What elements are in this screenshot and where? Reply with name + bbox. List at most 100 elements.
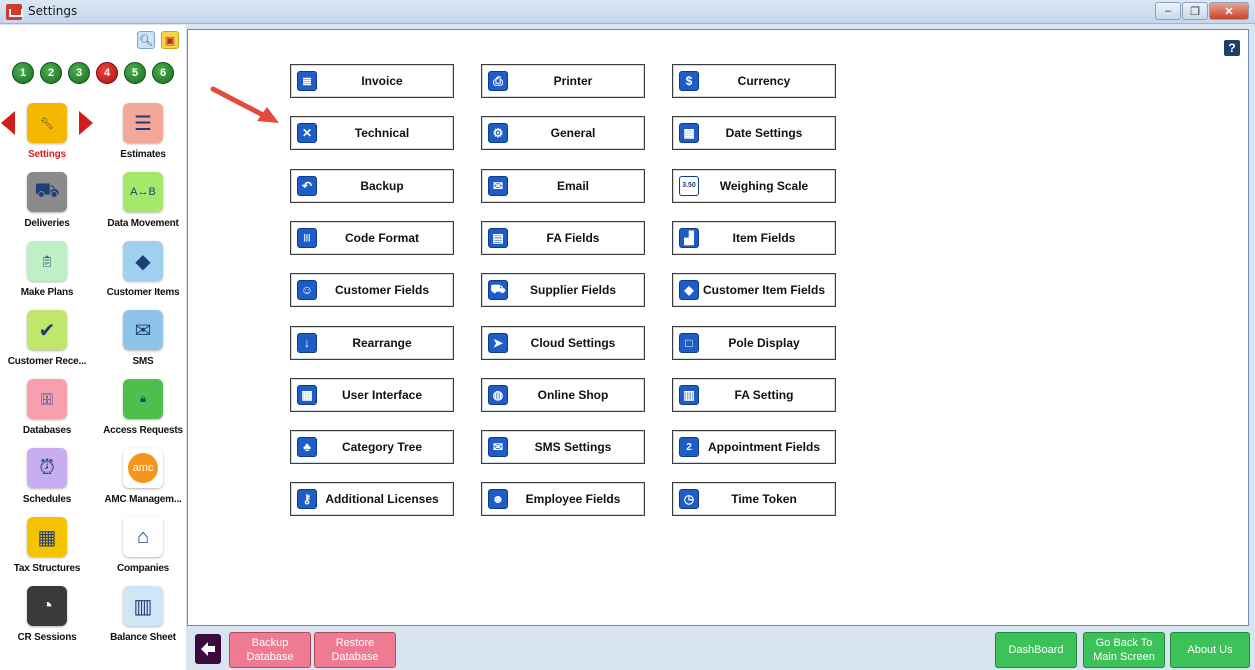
go-back-main-screen-button[interactable]: Go Back To Main Screen [1083, 632, 1165, 668]
sidebar-item-amc-managem[interactable]: amc AMC Managem... [101, 448, 185, 516]
restore-button[interactable]: ❐ [1182, 2, 1208, 20]
setting-label: Printer [553, 74, 593, 88]
customer-item-icon: ◆ [679, 280, 699, 301]
tree-icon: ♣ [297, 437, 317, 458]
estimate-icon: ☰ [123, 103, 163, 143]
invoice-button[interactable]: ≣ Invoice [290, 64, 454, 98]
email-button[interactable]: ✉ Email [481, 168, 645, 203]
customer-item-fields-button[interactable]: ◆ Customer Item Fields [672, 273, 836, 308]
sidebar-item-label: Customer Rece... [7, 356, 87, 367]
about-us-button[interactable]: About Us [1170, 632, 1250, 668]
setting-label: Weighing Scale [719, 178, 809, 193]
pole-display-button[interactable]: □ Pole Display [672, 325, 836, 360]
back-button[interactable] [195, 634, 221, 664]
sidebar-item-label: Schedules [22, 494, 72, 505]
step-indicators: 123456 [12, 62, 174, 84]
backup-database-button[interactable]: Backup Database [229, 632, 311, 668]
amc-icon: amc [123, 448, 163, 488]
sidebar-item-schedules[interactable]: ⏰︎ Schedules [5, 448, 89, 516]
fa-fields-button[interactable]: ▤ FA Fields [481, 220, 645, 255]
sidebar-item-label: Estimates [120, 149, 166, 160]
currency-button[interactable]: $ Currency [672, 64, 836, 98]
date-settings-button[interactable]: ▦ Date Settings [672, 116, 836, 151]
back-arrow-icon [201, 642, 215, 656]
technical-icon: ✕ [297, 123, 317, 144]
rearrange-icon: ↓ [297, 332, 317, 353]
windows-icon[interactable]: ▣ [161, 31, 179, 49]
sidebar-item-settings[interactable]: 🔧︎ Settings [1, 103, 93, 171]
step-5-button[interactable]: 5 [124, 62, 146, 84]
customer-fields-button[interactable]: ☺ Customer Fields [290, 273, 454, 308]
data-move-icon: A↔B [123, 172, 163, 212]
sidebar-item-customer-rece[interactable]: ✔ Customer Rece... [5, 310, 89, 378]
setting-label: Code Format [344, 230, 419, 245]
email-icon: ✉ [488, 175, 508, 196]
sidebar-item-label: Databases [22, 425, 72, 436]
supplier-fields-button[interactable]: ⛟ Supplier Fields [481, 273, 645, 308]
clipboard-icon: 📋︎ [27, 241, 67, 281]
step-1-button[interactable]: 1 [12, 62, 34, 84]
sidebar-item-make-plans[interactable]: 📋︎ Make Plans [5, 241, 89, 309]
setting-label: Customer Fields [334, 283, 430, 298]
globe-icon: ◍ [488, 384, 508, 405]
dashboard-button[interactable]: DashBoard [995, 632, 1077, 668]
online-shop-button[interactable]: ◍ Online Shop [481, 377, 645, 412]
sms-settings-button[interactable]: ✉ SMS Settings [481, 430, 645, 465]
additional-licenses-button[interactable]: ⚷ Additional Licenses [290, 482, 454, 517]
amc-badge: amc [128, 453, 158, 483]
database-icon: 🗄︎ [27, 379, 67, 419]
scale-icon: 3.50 [679, 175, 699, 196]
sidebar-item-databases[interactable]: 🗄︎ Databases [5, 379, 89, 447]
setting-label: Item Fields [732, 230, 796, 245]
printer-button[interactable]: ⎙ Printer [481, 64, 645, 98]
sidebar-item-cr-sessions[interactable]: ◔ CR Sessions [5, 586, 89, 654]
sidebar-item-estimates[interactable]: ☰ Estimates [101, 103, 185, 171]
backup-button[interactable]: ↶ Backup [290, 168, 454, 203]
item-fields-icon: ▟ [679, 227, 699, 248]
sidebar-item-label: AMC Managem... [104, 494, 182, 505]
sidebar-item-companies[interactable]: ⌂ Companies [101, 517, 185, 585]
selected-right-arrow-icon [79, 111, 93, 135]
setting-label: Currency [737, 74, 791, 88]
sidebar-item-label: SMS [132, 356, 154, 367]
setting-label: User Interface [341, 387, 423, 402]
item-fields-button[interactable]: ▟ Item Fields [672, 220, 836, 255]
step-3-button[interactable]: 3 [68, 62, 90, 84]
restore-database-button[interactable]: Restore Database [314, 632, 396, 668]
time-token-button[interactable]: ◷ Time Token [672, 482, 836, 517]
close-button[interactable]: ✕ [1209, 2, 1249, 20]
sidebar-item-tax-structures[interactable]: ▦ Tax Structures [5, 517, 89, 585]
key-icon: ⚷ [297, 489, 317, 510]
access-icon: 🔒︎ [123, 379, 163, 419]
rearrange-button[interactable]: ↓ Rearrange [290, 325, 454, 360]
step-6-button[interactable]: 6 [152, 62, 174, 84]
setting-label: General [550, 126, 596, 141]
window-title: Settings [28, 4, 78, 18]
sidebar-item-deliveries[interactable]: ⛟ Deliveries [5, 172, 89, 240]
sidebar-item-customer-items[interactable]: ◆ Customer Items [101, 241, 185, 309]
printer-icon: ⎙ [488, 71, 508, 91]
help-button[interactable]: ? [1224, 40, 1240, 56]
minimize-button[interactable]: – [1155, 2, 1181, 20]
fa-setting-button[interactable]: ▥ FA Setting [672, 377, 836, 412]
employee-fields-button[interactable]: ☻ Employee Fields [481, 482, 645, 517]
user-interface-button[interactable]: ▦ User Interface [290, 377, 454, 412]
weighing-scale-button[interactable]: 3.50 Weighing Scale [672, 168, 836, 203]
balance-chart-icon: ▥ [123, 586, 163, 626]
appointment-fields-button[interactable]: 2 Appointment Fields [672, 430, 836, 465]
general-button[interactable]: ⚙ General [481, 116, 645, 151]
employee-icon: ☻ [488, 489, 508, 510]
step-4-button[interactable]: 4 [96, 62, 118, 84]
sidebar-item-balance-sheet[interactable]: ▥ Balance Sheet [101, 586, 185, 654]
category-tree-button[interactable]: ♣ Category Tree [290, 430, 454, 465]
tools-icon: 🔧︎ [27, 103, 67, 143]
calendar-icon: ▦ [679, 123, 699, 144]
sidebar-item-data-movement[interactable]: A↔B Data Movement [101, 172, 185, 240]
step-2-button[interactable]: 2 [40, 62, 62, 84]
cloud-settings-button[interactable]: ➤ Cloud Settings [481, 325, 645, 360]
code-format-button[interactable]: ||| Code Format [290, 220, 454, 255]
search-icon[interactable]: 🔍︎ [137, 31, 155, 49]
sidebar-item-access-requests[interactable]: 🔒︎ Access Requests [101, 379, 185, 447]
sidebar-item-sms[interactable]: ✉ SMS [101, 310, 185, 378]
technical-button[interactable]: ✕ Technical [290, 116, 454, 151]
